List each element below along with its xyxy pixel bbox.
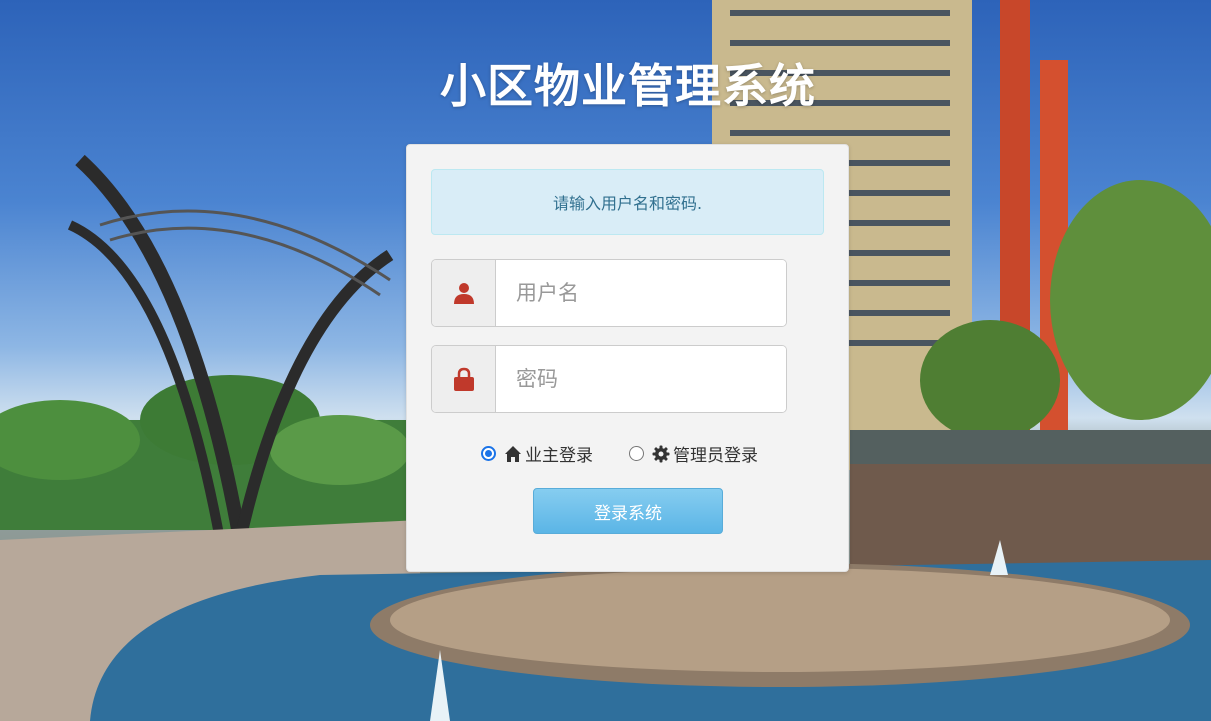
role-admin-radio[interactable]	[629, 446, 644, 461]
role-admin[interactable]: 管理员登录	[629, 441, 758, 466]
login-card: 请输入用户名和密码. 业主登录	[406, 144, 849, 572]
info-alert: 请输入用户名和密码.	[431, 169, 824, 235]
lock-icon	[432, 346, 496, 412]
home-icon	[504, 445, 522, 463]
login-button[interactable]: 登录系统	[533, 488, 723, 534]
gear-icon	[652, 445, 670, 463]
username-group	[431, 259, 787, 327]
page-title: 小区物业管理系统	[440, 59, 816, 113]
role-owner-radio[interactable]	[481, 446, 496, 461]
password-group	[431, 345, 787, 413]
role-owner[interactable]: 业主登录	[481, 441, 593, 466]
role-admin-label: 管理员登录	[673, 446, 758, 466]
password-input[interactable]	[496, 346, 786, 412]
role-owner-label: 业主登录	[525, 446, 593, 466]
username-input[interactable]	[496, 260, 786, 326]
user-icon	[432, 260, 496, 326]
role-selector: 业主登录 管理员登录	[481, 441, 758, 466]
